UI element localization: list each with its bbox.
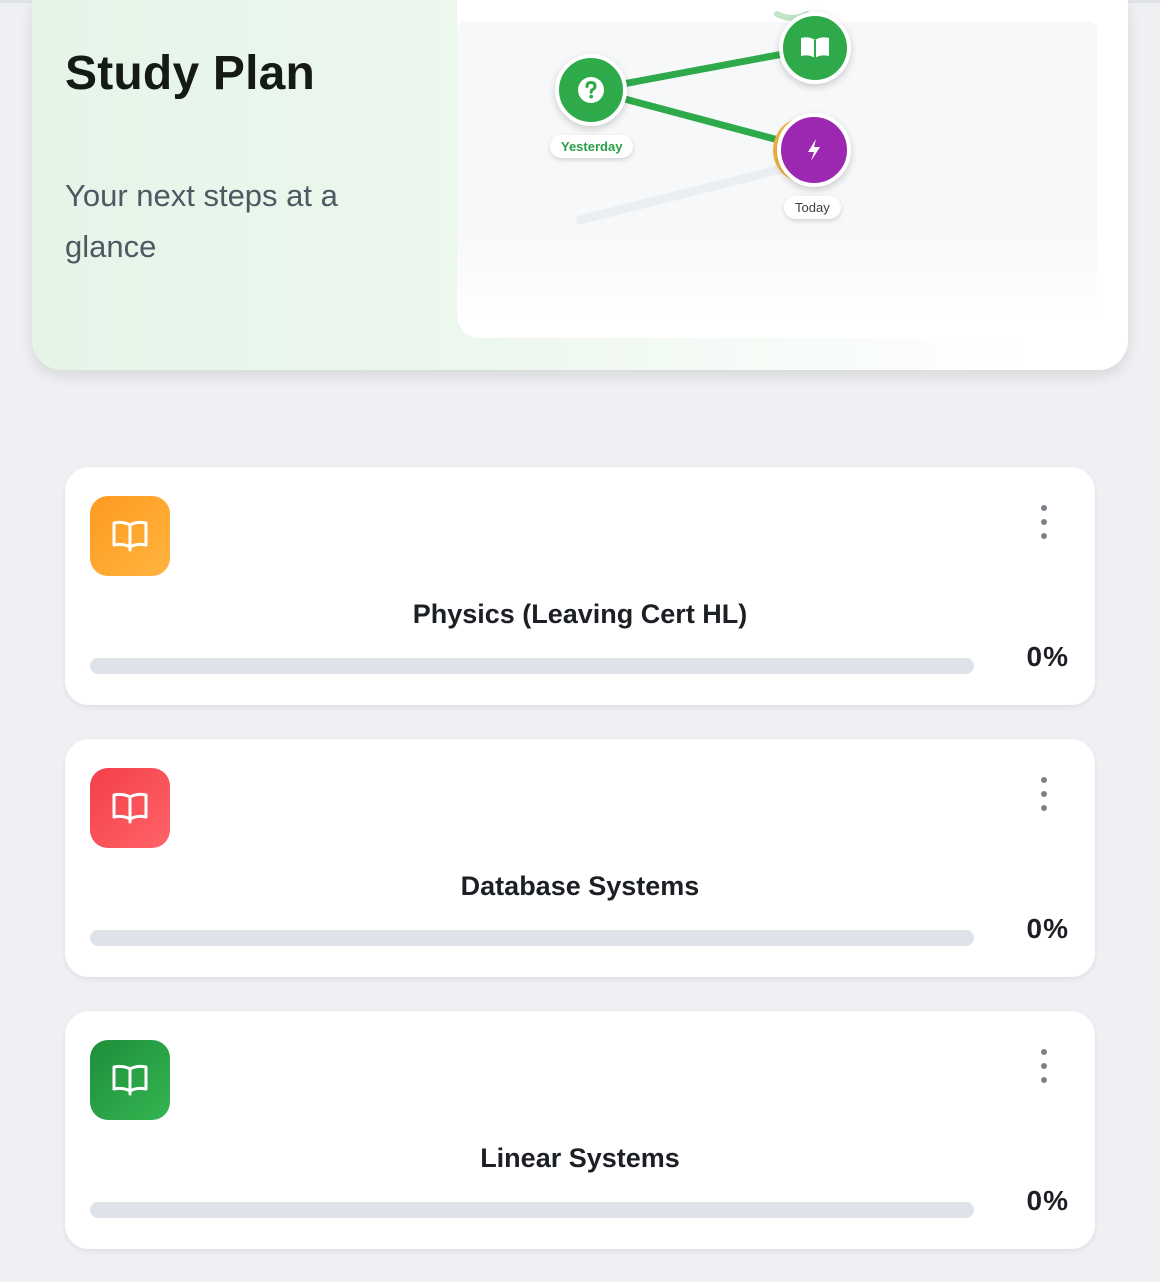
more-options-icon[interactable] bbox=[1031, 505, 1057, 539]
book-icon bbox=[801, 37, 829, 58]
timeline-node-study[interactable] bbox=[779, 12, 851, 84]
more-options-icon[interactable] bbox=[1031, 1049, 1057, 1083]
book-icon bbox=[112, 792, 148, 824]
timeline-panel: Yesterday Today bbox=[457, 0, 1128, 338]
book-icon bbox=[112, 1064, 148, 1096]
subject-icon-badge bbox=[90, 496, 170, 576]
timeline-label-today: Today bbox=[784, 196, 841, 219]
subject-title: Linear Systems bbox=[480, 1143, 680, 1173]
progress-percent: 0% bbox=[1026, 913, 1069, 944]
progress-bar bbox=[90, 658, 974, 674]
page-subtitle: Your next steps at a glance bbox=[65, 178, 338, 264]
study-plan-hero: Study Plan Your next steps at a glance Y… bbox=[32, 0, 1128, 370]
subject-title: Physics (Leaving Cert HL) bbox=[412, 599, 748, 629]
subject-icon-badge bbox=[90, 1040, 170, 1120]
progress-bar bbox=[90, 930, 974, 946]
subject-card[interactable]: Linear Systems 0% bbox=[65, 1011, 1095, 1249]
progress-percent: 0% bbox=[1026, 1185, 1069, 1216]
timeline-node-today[interactable] bbox=[777, 113, 851, 187]
question-icon bbox=[578, 77, 604, 103]
subject-card[interactable]: Physics (Leaving Cert HL) 0% bbox=[65, 467, 1095, 705]
more-options-icon[interactable] bbox=[1031, 777, 1057, 811]
book-icon bbox=[112, 520, 148, 552]
subject-icon-badge bbox=[90, 768, 170, 848]
subject-card[interactable]: Database Systems 0% bbox=[65, 739, 1095, 977]
subject-title: Database Systems bbox=[460, 871, 700, 901]
page-title: Study Plan bbox=[65, 47, 316, 100]
progress-percent: 0% bbox=[1026, 641, 1069, 672]
bolt-icon bbox=[808, 139, 820, 161]
timeline-node-yesterday[interactable] bbox=[555, 54, 627, 126]
progress-bar bbox=[90, 1202, 974, 1218]
timeline-label-yesterday: Yesterday bbox=[550, 135, 634, 158]
